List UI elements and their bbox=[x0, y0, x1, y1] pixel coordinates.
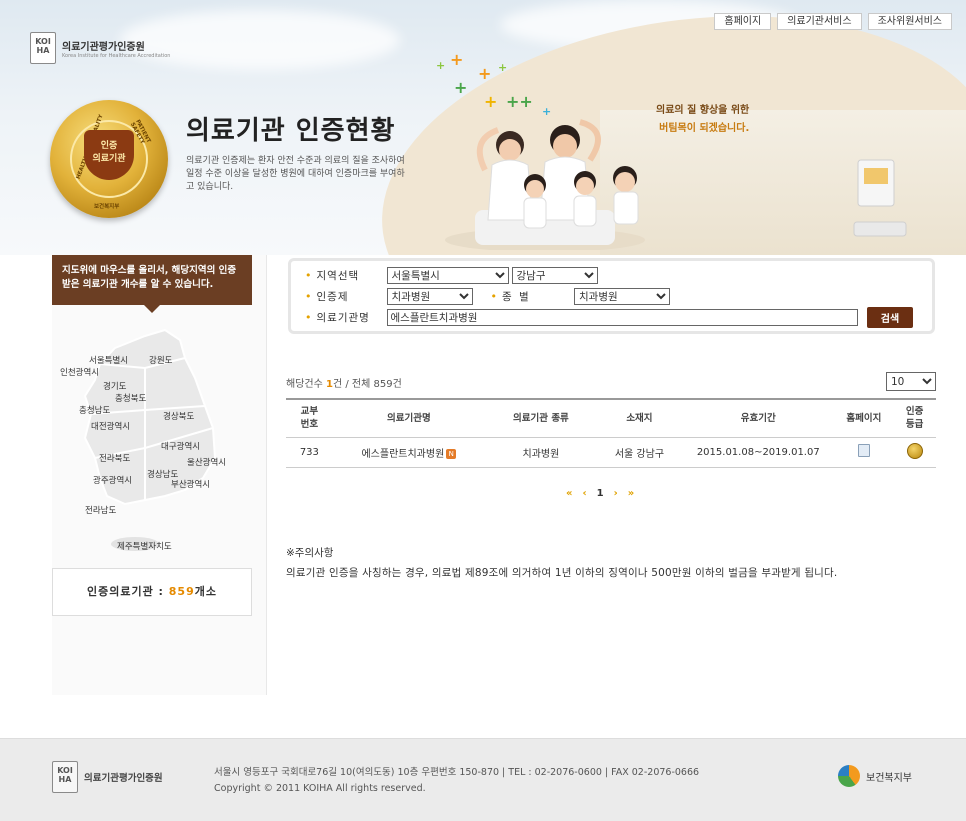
map-region-jeonbuk[interactable]: 전라북도 bbox=[99, 452, 130, 464]
logo-name: 의료기관평가인증원 bbox=[62, 41, 145, 53]
col-period: 유효기간 bbox=[682, 398, 835, 438]
map-region-gyeonggi[interactable]: 경기도 bbox=[103, 380, 126, 392]
current-page[interactable]: 1 bbox=[597, 488, 604, 499]
kiosk-image bbox=[853, 159, 907, 237]
cell-location: 서울 강남구 bbox=[596, 437, 683, 468]
district-select[interactable]: 강남구 bbox=[511, 267, 598, 284]
new-badge-icon: N bbox=[446, 448, 457, 459]
cell-issue-no: 733 bbox=[286, 437, 333, 468]
notice-title: ※주의사항 bbox=[286, 547, 334, 559]
page-title: 의료기관 인증현황 bbox=[186, 116, 396, 146]
cert-row: • 인증제 치과병원 • 종 별 치과병원 bbox=[305, 288, 670, 305]
name-row: • 의료기관명 bbox=[305, 309, 858, 326]
medal-shield: 인증 의료기관 bbox=[84, 130, 134, 180]
search-panel: • 지역선택 서울특별시 강남구 • 인증제 치과병원 • 종 별 치과병원 •… bbox=[288, 258, 935, 334]
ministry-name: 보건복지부 bbox=[866, 772, 912, 784]
bullet-icon: • bbox=[490, 290, 498, 303]
bullet-icon: • bbox=[305, 269, 312, 282]
count-value: 859 bbox=[168, 585, 195, 598]
bullet-icon: • bbox=[305, 311, 312, 324]
table-row: 733 에스플란트치과병원 N 치과병원 서울 강남구 2015.01.08~20… bbox=[286, 437, 936, 468]
ministry-logo[interactable]: 보건복지부 bbox=[838, 765, 912, 787]
nav-institution-service[interactable]: 의료기관서비스 bbox=[777, 13, 862, 30]
korea-region-map[interactable]: 서울특별시 강원도 인천광역시 경기도 충청북도 충청남도 경상북도 대전광역시… bbox=[55, 318, 255, 558]
footer: KOI HA 의료기관평가인증원 서울시 영등포구 국회대로76길 10(여의도동… bbox=[0, 738, 966, 821]
col-issue-no: 교부 번호 bbox=[286, 398, 333, 438]
map-region-gyeongbuk[interactable]: 경상북도 bbox=[163, 410, 194, 422]
certified-count-box: 인증의료기관 : 859개소 bbox=[52, 568, 252, 616]
cell-kind: 치과병원 bbox=[485, 437, 597, 468]
type-label: 종 별 bbox=[502, 291, 531, 303]
table-header-row: 교부 번호 의료기관명 의료기관 종류 소재지 유효기간 홈페이지 인증 등급 bbox=[286, 398, 936, 438]
region-label: 지역선택 bbox=[316, 270, 360, 282]
page-description: 의료기관 인증제는 환자 안전 수준과 의료의 질을 조사하여 일정 수준 이상… bbox=[186, 156, 405, 192]
search-button[interactable]: 검색 bbox=[867, 307, 913, 328]
koiha-logo-icon: KOI HA bbox=[30, 32, 56, 64]
family-photo bbox=[445, 119, 645, 250]
count-label: 인증의료기관 : bbox=[86, 585, 164, 598]
institution-name-input[interactable] bbox=[386, 309, 858, 326]
nav-surveyor-service[interactable]: 조사위원서비스 bbox=[867, 13, 952, 30]
cert-label: 인증제 bbox=[316, 291, 349, 303]
cert-grade-medal-icon bbox=[906, 442, 923, 459]
col-grade: 인증 등급 bbox=[893, 398, 936, 438]
certification-medal: HEALTHCARE QUALITY PATIENT SAFETY 보건복지부 … bbox=[50, 100, 168, 218]
col-homepage: 홈페이지 bbox=[834, 398, 894, 438]
header: 홈페이지 의료기관서비스 조사위원서비스 KOI HA 의료기관평가인증원 Kor… bbox=[0, 0, 966, 255]
medal-ring-bottom: 보건복지부 bbox=[94, 204, 120, 210]
map-instruction-banner: 지도위에 마우스를 올리서, 해당지역의 인증 받은 의료기관 개수를 알 수 … bbox=[52, 255, 252, 313]
cert-select[interactable]: 치과병원 bbox=[386, 288, 473, 305]
header-room-image bbox=[600, 110, 966, 255]
prev-page-button[interactable]: ‹ bbox=[582, 488, 586, 499]
logo-name-en: Korea Institute for Healthcare Accredita… bbox=[62, 52, 171, 59]
cell-grade bbox=[893, 437, 936, 468]
footer-address-block: 서울시 영등포구 국회대로76길 10(여의도동) 10층 우편번호 150-8… bbox=[214, 765, 699, 797]
homepage-icon[interactable] bbox=[857, 444, 870, 457]
slogan: 의료의 질 향상을 위한 버팀목이 되겠습니다. bbox=[656, 105, 750, 134]
map-region-seoul[interactable]: 서울특별시 bbox=[89, 354, 128, 366]
bullet-icon: • bbox=[305, 290, 312, 303]
notice-text: 의료기관 인증을 사칭하는 경우, 의료법 제89조에 의거하여 1년 이하의 … bbox=[286, 567, 838, 579]
koiha-logo-icon: KOI HA bbox=[52, 761, 78, 793]
footer-logo[interactable]: KOI HA 의료기관평가인증원 bbox=[52, 761, 163, 793]
top-navigation: 홈페이지 의료기관서비스 조사위원서비스 bbox=[714, 13, 952, 30]
region-select[interactable]: 서울특별시 bbox=[386, 267, 509, 284]
map-region-busan[interactable]: 부산광역시 bbox=[171, 478, 210, 490]
footer-org-name: 의료기관평가인증원 bbox=[84, 773, 163, 784]
map-region-chungnam[interactable]: 충청남도 bbox=[79, 404, 110, 416]
count-unit: 개소 bbox=[194, 585, 217, 598]
map-region-daegu[interactable]: 대구광역시 bbox=[161, 440, 200, 452]
col-name: 의료기관명 bbox=[332, 398, 486, 438]
type-select[interactable]: 치과병원 bbox=[574, 288, 670, 305]
ministry-logo-icon bbox=[838, 765, 860, 787]
name-label: 의료기관명 bbox=[316, 312, 370, 324]
next-page-button[interactable]: › bbox=[614, 488, 618, 499]
map-region-jeonnam[interactable]: 전라남도 bbox=[85, 504, 116, 516]
map-region-gangwon[interactable]: 강원도 bbox=[149, 354, 172, 366]
col-location: 소재지 bbox=[596, 398, 683, 438]
map-region-incheon[interactable]: 인천광역시 bbox=[60, 366, 99, 378]
col-kind: 의료기관 종류 bbox=[485, 398, 597, 438]
map-region-ulsan[interactable]: 울산광역시 bbox=[187, 456, 226, 468]
cell-period: 2015.01.08~2019.01.07 bbox=[682, 437, 835, 468]
first-page-button[interactable]: « bbox=[566, 488, 572, 499]
result-count: 해당건수 1건 / 전체 859건 bbox=[286, 379, 402, 390]
map-region-daejeon[interactable]: 대전광역시 bbox=[91, 420, 130, 432]
nav-homepage[interactable]: 홈페이지 bbox=[714, 13, 772, 30]
region-row: • 지역선택 서울특별시 강남구 bbox=[305, 267, 598, 284]
cell-homepage bbox=[834, 437, 894, 468]
map-region-jeju[interactable]: 제주특별자치도 bbox=[117, 540, 172, 552]
last-page-button[interactable]: » bbox=[628, 488, 634, 499]
footer-copyright: Copyright © 2011 KOIHA All rights reserv… bbox=[214, 783, 426, 794]
footer-address: 서울시 영등포구 국회대로76길 10(여의도동) 10층 우편번호 150-8… bbox=[214, 767, 700, 778]
cell-name[interactable]: 에스플란트치과병원 N bbox=[332, 437, 486, 468]
pagination: « ‹ 1 › » bbox=[566, 488, 634, 499]
page-size-select[interactable]: 10 bbox=[886, 372, 936, 391]
site-logo[interactable]: KOI HA 의료기관평가인증원 Korea Institute for Heal… bbox=[30, 32, 170, 64]
results-table: 교부 번호 의료기관명 의료기관 종류 소재지 유효기간 홈페이지 인증 등급 … bbox=[286, 398, 936, 468]
map-region-gwangju[interactable]: 광주광역시 bbox=[93, 474, 132, 486]
map-region-chungbuk[interactable]: 충청북도 bbox=[115, 392, 146, 404]
